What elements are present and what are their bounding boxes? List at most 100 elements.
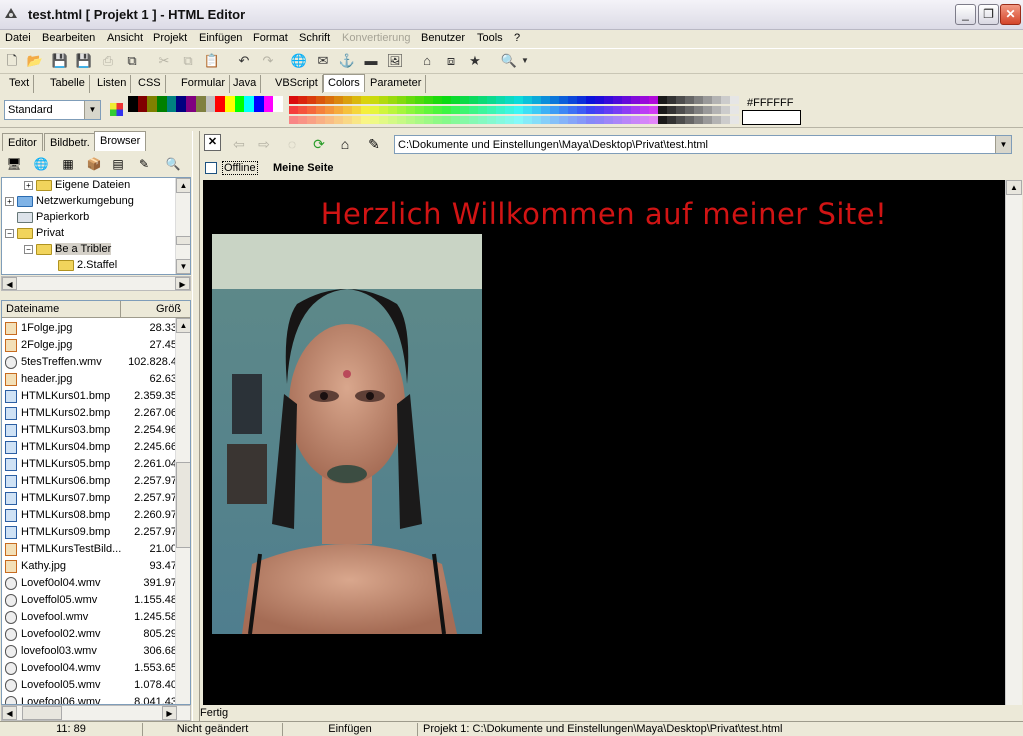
document-list-icon[interactable]: ▤ bbox=[110, 156, 126, 172]
menu-schrift[interactable]: Schrift bbox=[299, 32, 330, 44]
color-picker-icon[interactable] bbox=[110, 103, 123, 116]
preview-scrollbar[interactable]: ▲ bbox=[1005, 180, 1022, 705]
color-swatch[interactable] bbox=[712, 96, 721, 104]
color-swatch[interactable] bbox=[469, 106, 478, 114]
color-swatch[interactable] bbox=[730, 96, 739, 104]
color-swatch[interactable] bbox=[147, 96, 158, 112]
color-swatch[interactable] bbox=[577, 106, 586, 114]
menu-benutzer[interactable]: Benutzer bbox=[421, 32, 465, 44]
color-swatch[interactable] bbox=[505, 116, 514, 124]
color-swatch[interactable] bbox=[361, 96, 370, 104]
color-swatch[interactable] bbox=[442, 96, 451, 104]
color-swatch[interactable] bbox=[496, 106, 505, 114]
menu-format[interactable]: Format bbox=[253, 32, 288, 44]
color-swatch[interactable] bbox=[361, 116, 370, 124]
tree-hscrollbar[interactable]: ◀ ▶ bbox=[1, 276, 191, 291]
color-swatch[interactable] bbox=[631, 116, 640, 124]
scroll-right-icon[interactable]: ▶ bbox=[175, 277, 190, 290]
scroll-up-icon[interactable]: ▲ bbox=[1006, 180, 1022, 195]
save-disabled-icon[interactable]: 💾 bbox=[51, 52, 69, 70]
maximize-button[interactable]: ❐ bbox=[978, 4, 999, 25]
color-swatch[interactable] bbox=[541, 116, 550, 124]
color-swatch[interactable] bbox=[703, 116, 712, 124]
color-swatch[interactable] bbox=[667, 96, 676, 104]
tree-item-staffel[interactable]: 2.Staffel bbox=[58, 259, 117, 274]
color-swatch[interactable] bbox=[604, 106, 613, 114]
color-swatch[interactable] bbox=[721, 96, 730, 104]
print-icon[interactable]: ⎙ bbox=[99, 52, 117, 70]
tree-item-papierkorb[interactable]: Papierkorb bbox=[17, 211, 89, 227]
anchor-icon[interactable]: ⚓ bbox=[338, 52, 356, 70]
file-row[interactable]: Lovefool04.wmv 1.553.65 bbox=[2, 660, 177, 677]
color-swatch[interactable] bbox=[316, 116, 325, 124]
file-row[interactable]: Lovefool06.wmv 8.041.43 bbox=[2, 694, 177, 704]
color-swatch[interactable] bbox=[273, 96, 283, 112]
color-swatch[interactable] bbox=[334, 116, 343, 124]
color-swatch[interactable] bbox=[176, 96, 187, 112]
color-swatch[interactable] bbox=[586, 96, 595, 104]
color-preset-select[interactable]: Standard ▼ bbox=[4, 100, 101, 120]
file-row[interactable]: HTMLKurs09.bmp 2.257.97 bbox=[2, 524, 177, 541]
color-swatch[interactable] bbox=[388, 96, 397, 104]
color-swatch[interactable] bbox=[442, 116, 451, 124]
color-swatch[interactable] bbox=[694, 106, 703, 114]
color-swatch[interactable] bbox=[487, 116, 496, 124]
file-row[interactable]: Lovefool05.wmv 1.078.40 bbox=[2, 677, 177, 694]
color-swatch[interactable] bbox=[406, 106, 415, 114]
globe-icon[interactable]: 🌐 bbox=[33, 156, 49, 172]
file-row[interactable]: HTMLKurs01.bmp 2.359.35 bbox=[2, 388, 177, 405]
color-swatch[interactable] bbox=[397, 96, 406, 104]
tab-editor[interactable]: Editor bbox=[2, 133, 43, 151]
forward-icon[interactable]: ⇨ bbox=[254, 134, 274, 154]
file-list-hscrollbar[interactable]: ◀ ▶ bbox=[1, 705, 191, 721]
cut-icon[interactable]: ✂ bbox=[155, 52, 173, 70]
color-swatch[interactable] bbox=[433, 116, 442, 124]
scroll-left-icon[interactable]: ◀ bbox=[2, 706, 17, 720]
special-char-icon[interactable]: ★ bbox=[466, 52, 484, 70]
color-swatch[interactable] bbox=[325, 96, 334, 104]
file-list-scrollbar[interactable]: ▲ bbox=[175, 318, 190, 704]
column-groesse[interactable]: Größ bbox=[156, 303, 181, 315]
color-swatch[interactable] bbox=[478, 116, 487, 124]
color-swatch[interactable] bbox=[541, 96, 550, 104]
color-swatch[interactable] bbox=[334, 106, 343, 114]
folder-tree[interactable]: + Eigene Dateien + Netzwerkumgebung Papier… bbox=[1, 177, 191, 275]
color-swatch[interactable] bbox=[712, 106, 721, 114]
tree-scrollbar[interactable]: ▲ ▼ bbox=[175, 178, 190, 274]
globe-link-icon[interactable]: 🌐 bbox=[290, 52, 308, 70]
color-swatch[interactable] bbox=[352, 96, 361, 104]
color-swatch[interactable] bbox=[631, 96, 640, 104]
color-swatch[interactable] bbox=[541, 106, 550, 114]
color-swatch[interactable] bbox=[424, 96, 433, 104]
scroll-left-icon[interactable]: ◀ bbox=[2, 277, 17, 290]
tab-listen[interactable]: Listen bbox=[93, 75, 132, 93]
color-swatch[interactable] bbox=[388, 116, 397, 124]
color-swatch[interactable] bbox=[505, 96, 514, 104]
color-swatch[interactable] bbox=[234, 96, 245, 112]
file-row[interactable]: HTMLKurs06.bmp 2.257.97 bbox=[2, 473, 177, 490]
color-swatch[interactable] bbox=[604, 96, 613, 104]
color-swatch[interactable] bbox=[433, 106, 442, 114]
color-swatch[interactable] bbox=[721, 116, 730, 124]
copy-icon[interactable]: ⧉ bbox=[179, 52, 197, 70]
computer-icon[interactable]: 🖥 bbox=[6, 156, 22, 172]
color-swatch[interactable] bbox=[334, 96, 343, 104]
color-swatch[interactable] bbox=[577, 96, 586, 104]
tab-css[interactable]: CSS bbox=[134, 75, 166, 93]
color-swatch[interactable] bbox=[253, 96, 264, 112]
color-swatch[interactable] bbox=[451, 96, 460, 104]
color-swatch[interactable] bbox=[523, 116, 532, 124]
color-swatch[interactable] bbox=[550, 116, 559, 124]
color-swatch[interactable] bbox=[721, 106, 730, 114]
redo-icon[interactable]: ↷ bbox=[259, 52, 277, 70]
color-swatch[interactable] bbox=[307, 116, 316, 124]
color-swatch[interactable] bbox=[487, 106, 496, 114]
color-swatch[interactable] bbox=[186, 96, 196, 112]
color-swatch[interactable] bbox=[568, 106, 577, 114]
color-swatch[interactable] bbox=[379, 96, 388, 104]
color-swatch[interactable] bbox=[352, 106, 361, 114]
color-swatch[interactable] bbox=[649, 106, 658, 114]
color-swatch[interactable] bbox=[388, 106, 397, 114]
color-swatch[interactable] bbox=[424, 106, 433, 114]
tab-bildbetr[interactable]: Bildbetr. bbox=[44, 133, 96, 151]
